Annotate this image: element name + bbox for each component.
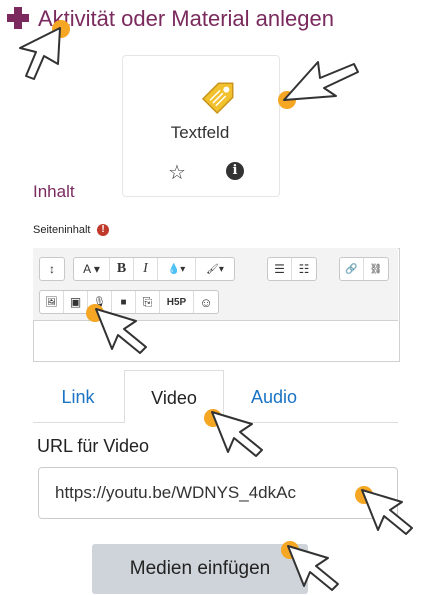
pointer-cursor-icon: [95, 308, 147, 354]
pointer-cursor-icon: [287, 545, 339, 591]
bold-icon[interactable]: B: [110, 258, 134, 280]
font-size-icon[interactable]: A ▾: [74, 258, 110, 280]
required-icon: !: [97, 224, 109, 236]
pointer-cursor-icon: [361, 489, 413, 535]
url-label: URL für Video: [37, 436, 150, 456]
toolbar-group-lists: ☰ ☷: [267, 257, 317, 281]
italic-icon[interactable]: I: [134, 258, 158, 280]
ordered-list-icon[interactable]: ☷: [292, 258, 316, 280]
tag-icon: [201, 82, 234, 115]
page-title: Aktivität oder Material anlegen: [38, 6, 334, 31]
unordered-list-icon[interactable]: ☰: [268, 258, 292, 280]
media-icon[interactable]: ▣: [64, 291, 88, 313]
star-icon[interactable]: ☆: [168, 160, 186, 185]
insert-media-button[interactable]: Medien einfügen: [92, 544, 308, 594]
toolbar-group-collapse: ↕: [39, 257, 65, 281]
toolbar-group-style: A ▾ B I 💧▾ 🖌▾: [73, 257, 235, 281]
image-icon[interactable]: 🖼: [40, 291, 64, 313]
toolbar-group-links: 🔗 ⛓: [339, 257, 389, 281]
collapse-toolbar-icon[interactable]: ↕: [40, 258, 64, 280]
unlink-icon[interactable]: ⛓: [364, 258, 388, 280]
h5p-icon[interactable]: H5P: [160, 291, 194, 313]
video-url-input[interactable]: [38, 467, 398, 519]
background-color-icon[interactable]: 🖌▾: [196, 258, 234, 280]
pointer-cursor-icon: [211, 411, 263, 457]
info-icon[interactable]: i: [226, 162, 244, 180]
link-icon[interactable]: 🔗: [340, 258, 364, 280]
text-color-icon[interactable]: 💧▾: [158, 258, 196, 280]
pointer-cursor-icon: [19, 27, 61, 80]
tab-link[interactable]: Link: [33, 370, 123, 422]
pointer-cursor-icon: [283, 61, 359, 101]
emoji-icon[interactable]: ☺: [194, 291, 218, 313]
section-title: Inhalt: [33, 182, 75, 201]
activity-label: Textfeld: [170, 123, 230, 142]
field-label: Seiteninhalt: [33, 224, 91, 236]
